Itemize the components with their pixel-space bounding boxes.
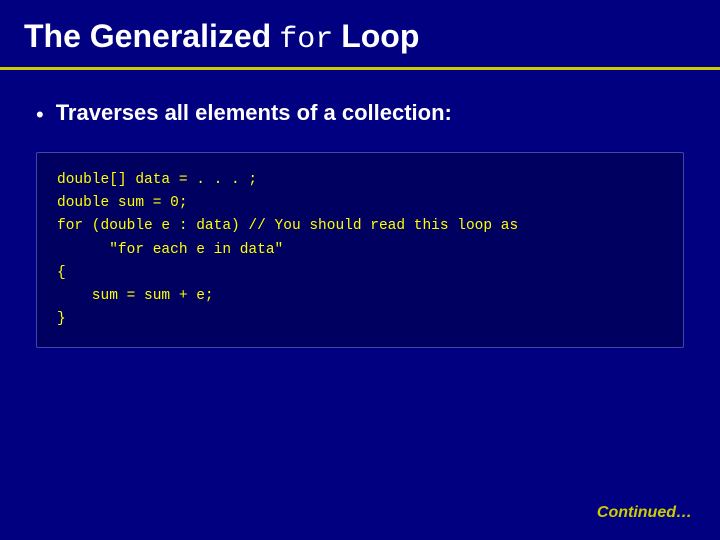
slide-header: The Generalized for Loop <box>0 0 720 70</box>
continued-label: Continued… <box>597 504 692 522</box>
bullet-text: Traverses all elements of a collection: <box>56 100 452 126</box>
title-code: for <box>279 23 333 57</box>
code-block: double[] data = . . . ; double sum = 0; … <box>36 152 684 348</box>
slide-content: • Traverses all elements of a collection… <box>0 70 720 378</box>
bullet-item: • Traverses all elements of a collection… <box>36 100 684 128</box>
title-part2: Loop <box>341 18 419 55</box>
slide: The Generalized for Loop • Traverses all… <box>0 0 720 540</box>
bullet-icon: • <box>36 102 44 128</box>
title-part1: The Generalized <box>24 18 271 55</box>
slide-title: The Generalized for Loop <box>24 18 696 57</box>
